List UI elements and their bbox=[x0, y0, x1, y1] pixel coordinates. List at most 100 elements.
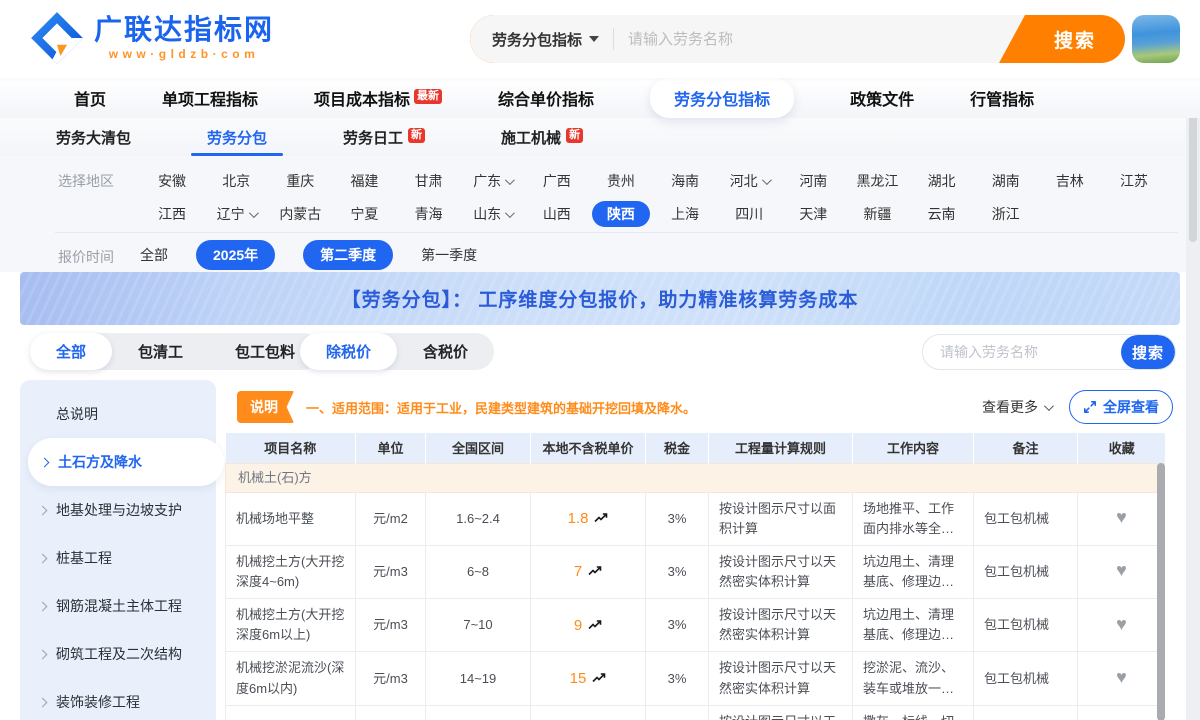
list-search-input[interactable] bbox=[923, 335, 1121, 369]
tax-tab[interactable]: 除税价 bbox=[300, 333, 397, 370]
region-item[interactable]: 湖北 bbox=[910, 168, 974, 194]
region-item[interactable]: 青海 bbox=[397, 201, 461, 227]
region-item[interactable]: 重庆 bbox=[268, 168, 332, 194]
region-item[interactable]: 内蒙古 bbox=[268, 201, 332, 227]
scope-tab[interactable]: 包清工 bbox=[112, 333, 209, 370]
trend-up-icon bbox=[588, 619, 602, 631]
sidebar-item[interactable]: 土石方及降水 bbox=[28, 438, 224, 486]
region-item[interactable]: 贵州 bbox=[589, 168, 653, 194]
time-option[interactable]: 全部 bbox=[140, 245, 168, 265]
header-search-left: 劳务分包指标 bbox=[470, 15, 1025, 63]
region-item[interactable]: 甘肃 bbox=[397, 168, 461, 194]
heart-icon[interactable]: ♥ bbox=[1116, 614, 1127, 634]
table-row: 机械挖桩间土元/m313~19143%按设计图示尺寸以天然密实体积计算撒灰、标线… bbox=[226, 705, 1166, 720]
caret-down-icon bbox=[589, 36, 599, 42]
region-item-label: 贵州 bbox=[607, 171, 635, 191]
tax-tab[interactable]: 含税价 bbox=[397, 333, 494, 370]
note-badge: 说明 bbox=[237, 391, 294, 423]
region-item[interactable]: 上海 bbox=[653, 201, 717, 227]
sidebar-item[interactable]: 总说明 bbox=[20, 390, 216, 438]
subnav-item[interactable]: 劳务分包 bbox=[207, 118, 267, 156]
chevron-down-icon bbox=[1044, 401, 1054, 411]
scope-tab[interactable]: 全部 bbox=[30, 333, 112, 370]
header-search-button[interactable]: 搜索 bbox=[1025, 15, 1125, 63]
fullscreen-button[interactable]: 全屏查看 bbox=[1069, 390, 1173, 424]
region-item[interactable]: 陕西 bbox=[589, 201, 653, 227]
region-item[interactable]: 湖南 bbox=[974, 168, 1038, 194]
expand-icon bbox=[1083, 400, 1097, 414]
region-item[interactable]: 江苏 bbox=[1102, 168, 1166, 194]
nav-item-label: 劳务分包指标 bbox=[674, 86, 770, 110]
region-item-label: 宁夏 bbox=[350, 204, 378, 224]
region-item[interactable]: 河北 bbox=[717, 168, 781, 194]
list-search-button[interactable]: 搜索 bbox=[1121, 335, 1175, 369]
region-item[interactable]: 安徽 bbox=[140, 168, 204, 194]
heart-icon[interactable]: ♥ bbox=[1116, 507, 1127, 527]
nav-item[interactable]: 单项工程指标 bbox=[162, 86, 258, 110]
cell-favorite: ♥ bbox=[1078, 599, 1166, 652]
region-item[interactable]: 广西 bbox=[525, 168, 589, 194]
region-item[interactable]: 浙江 bbox=[974, 201, 1038, 227]
region-item[interactable]: 宁夏 bbox=[332, 201, 396, 227]
sidebar-item[interactable]: 桩基工程 bbox=[20, 534, 216, 582]
region-item[interactable]: 海南 bbox=[653, 168, 717, 194]
nav-item[interactable]: 综合单价指标 bbox=[498, 86, 594, 110]
header-search-input[interactable] bbox=[614, 31, 1025, 48]
sidebar-item[interactable]: 地基处理与边坡支护 bbox=[20, 486, 216, 534]
logo-text: 广联达指标网 www·gldzb·com bbox=[94, 15, 274, 62]
sidebar-item-label: 桩基工程 bbox=[56, 548, 112, 568]
chevron-right-icon bbox=[38, 649, 48, 659]
table-header-cell: 工作内容 bbox=[853, 433, 974, 463]
region-item[interactable]: 黑龙江 bbox=[845, 168, 909, 194]
time-option[interactable]: 第二季度 bbox=[303, 240, 393, 270]
page-scrollbar[interactable] bbox=[1186, 78, 1200, 720]
sidebar-item[interactable]: 钢筋混凝土主体工程 bbox=[20, 582, 216, 630]
site-logo[interactable]: 广联达指标网 www·gldzb·com bbox=[30, 11, 274, 65]
search-category-dropdown[interactable]: 劳务分包指标 bbox=[470, 29, 613, 50]
subnav-item[interactable]: 劳务大清包 bbox=[56, 118, 131, 156]
sidebar-item[interactable]: 砌筑工程及二次结构 bbox=[20, 630, 216, 678]
new-badge: 新 bbox=[408, 128, 425, 143]
nav-item[interactable]: 项目成本指标最新 bbox=[314, 86, 442, 110]
region-item-label: 新疆 bbox=[863, 204, 891, 224]
region-item[interactable]: 广东 bbox=[461, 168, 525, 194]
new-badge: 新 bbox=[566, 128, 583, 143]
time-option[interactable]: 2025年 bbox=[196, 240, 275, 270]
region-item[interactable]: 新疆 bbox=[845, 201, 909, 227]
cell-project-name: 机械挖土方(大开挖深度4~6m) bbox=[226, 545, 356, 598]
user-avatar[interactable] bbox=[1132, 15, 1180, 63]
sidebar-item[interactable]: 装饰装修工程 bbox=[20, 678, 216, 720]
region-item[interactable]: 北京 bbox=[204, 168, 268, 194]
region-item[interactable]: 四川 bbox=[717, 201, 781, 227]
region-item[interactable]: 辽宁 bbox=[204, 201, 268, 227]
region-item[interactable]: 山东 bbox=[461, 201, 525, 227]
region-item[interactable]: 云南 bbox=[910, 201, 974, 227]
time-option[interactable]: 第一季度 bbox=[421, 245, 477, 265]
region-item[interactable]: 吉林 bbox=[1038, 168, 1102, 194]
region-item[interactable]: 天津 bbox=[781, 201, 845, 227]
cell-local-price: 1.8 bbox=[531, 492, 646, 545]
cell-work-content: 场地推平、工作面内排水等全过程 bbox=[853, 492, 974, 545]
cell-work-content: 坑边甩土、清理基底、修理边坡、清… bbox=[853, 599, 974, 652]
nav-item[interactable]: 政策文件 bbox=[850, 86, 914, 110]
subnav-item[interactable]: 劳务日工新 bbox=[343, 118, 425, 156]
cell-national-range: 6~8 bbox=[426, 545, 531, 598]
heart-icon[interactable]: ♥ bbox=[1116, 667, 1127, 687]
heart-icon[interactable]: ♥ bbox=[1116, 560, 1127, 580]
trend-up-icon bbox=[594, 512, 608, 524]
time-row: 全部 2025年第二季度 第一季度 bbox=[140, 240, 477, 270]
nav-item[interactable]: 行管指标 bbox=[970, 86, 1034, 110]
region-item[interactable]: 河南 bbox=[781, 168, 845, 194]
filter-panel: 选择地区 安徽北京重庆福建甘肃广东广西贵州海南河北河南黑龙江湖北湖南吉林江苏 江… bbox=[0, 156, 1200, 272]
region-item[interactable]: 江西 bbox=[140, 201, 204, 227]
table-row: 机械挖土方(大开挖深度4~6m)元/m36~873%按设计图示尺寸以天然密实体积… bbox=[226, 545, 1166, 598]
view-more-button[interactable]: 查看更多 bbox=[982, 397, 1051, 417]
region-item[interactable]: 福建 bbox=[332, 168, 396, 194]
nav-item[interactable]: 劳务分包指标 bbox=[650, 78, 794, 118]
subnav-item-label: 劳务日工 bbox=[343, 127, 403, 148]
chevron-down-icon bbox=[505, 175, 515, 185]
region-item[interactable]: 山西 bbox=[525, 201, 589, 227]
subnav-item[interactable]: 施工机械新 bbox=[501, 118, 583, 156]
nav-item[interactable]: 首页 bbox=[74, 86, 106, 110]
table-scrollbar[interactable] bbox=[1157, 463, 1165, 720]
